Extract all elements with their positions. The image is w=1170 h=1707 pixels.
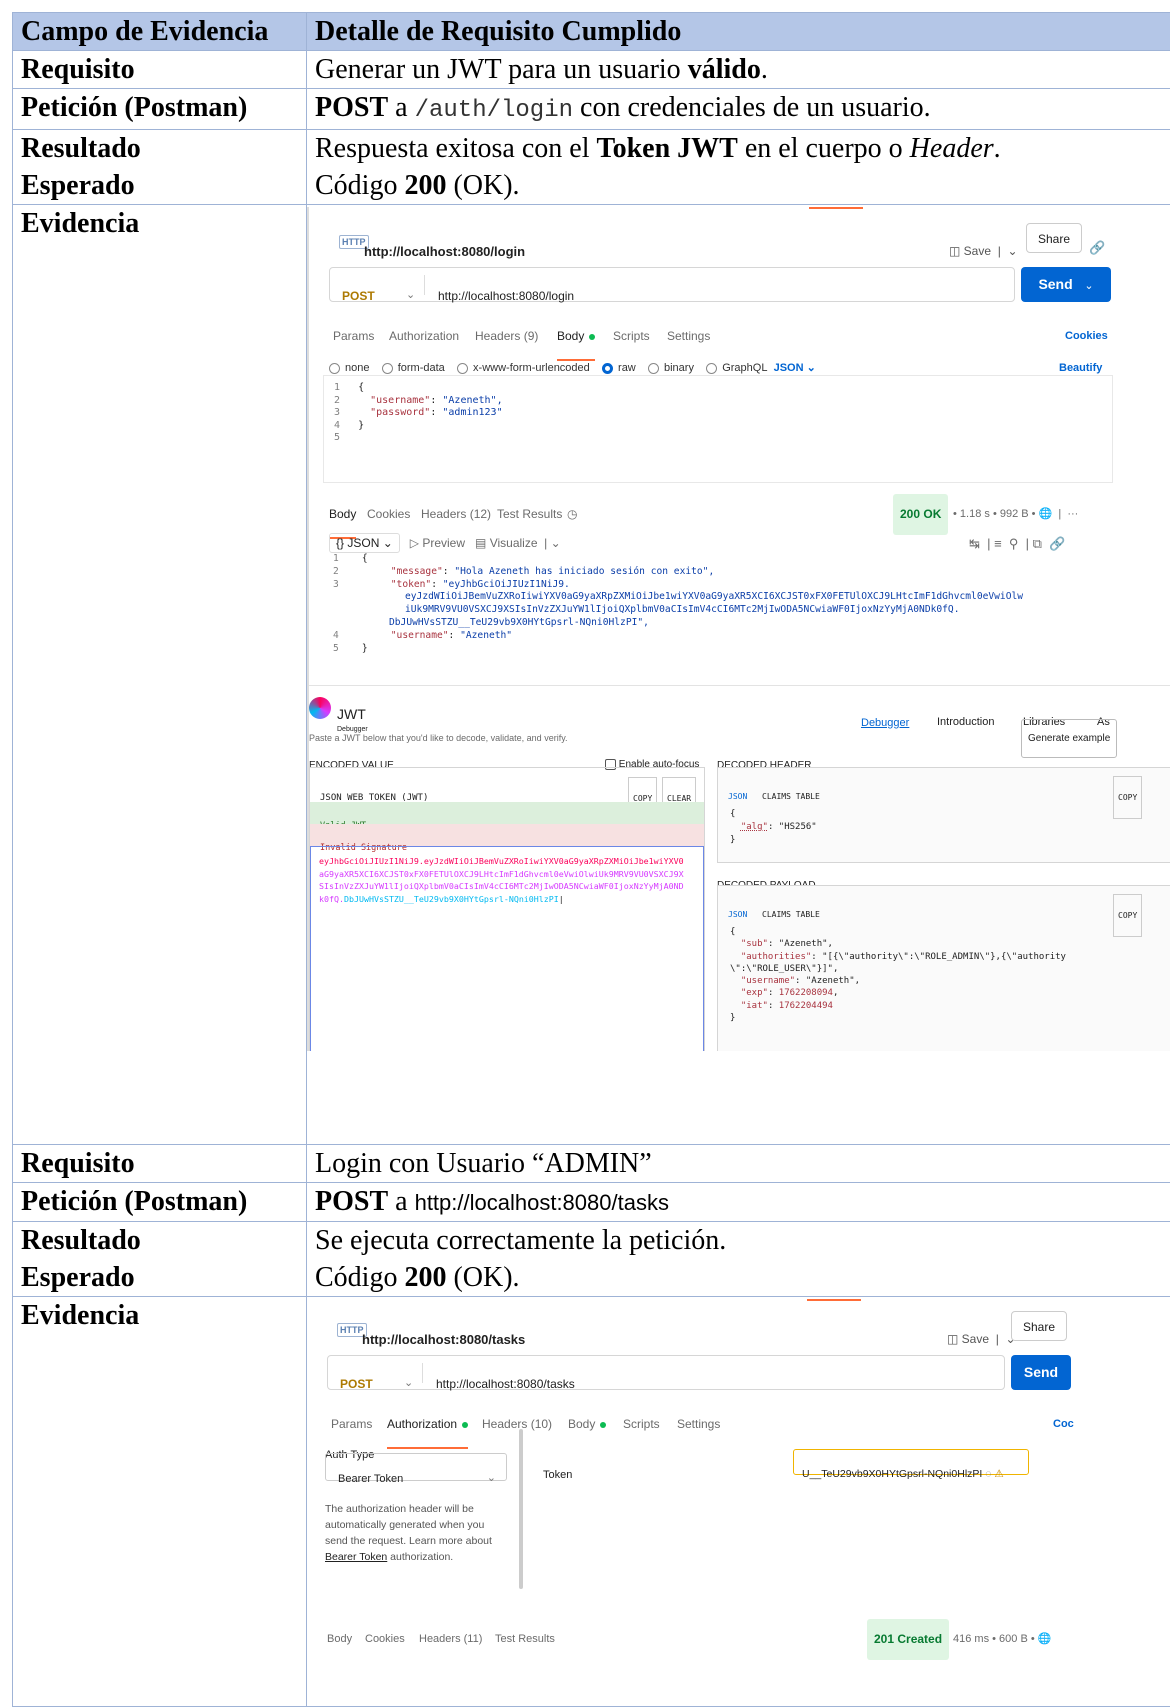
request-tabs: Params Authorization Headers (9) Body Sc… [333, 318, 1123, 338]
response-time-2: 416 ms • 600 B • 🌐 [953, 1621, 1051, 1658]
invalid-signature-banner: Invalid Signature [310, 824, 704, 846]
tab2-body[interactable]: Body [568, 1406, 606, 1443]
pet-label-1: Petición (Postman) [13, 89, 307, 130]
url-input[interactable]: http://localhost:8080/login [438, 278, 574, 315]
req-text-1: Generar un JWT para un usuario válido. [307, 51, 1170, 89]
radio-binary[interactable]: binary [648, 362, 694, 374]
generate-example-button[interactable]: Generate example [1021, 719, 1117, 758]
postman-screenshot-login: HTTP http://localhost:8080/login ◫ Save … [307, 207, 1170, 709]
share-button-2[interactable]: Share [1011, 1311, 1067, 1341]
status-badge-2: 201 Created [867, 1619, 949, 1660]
send-button[interactable]: Send ⌄ [1021, 267, 1111, 302]
method-select-2[interactable]: POST [340, 1366, 373, 1403]
resp2-tab-headers[interactable]: Headers (11) [419, 1621, 482, 1658]
visualize-button[interactable]: ▤ Visualize | ⌄ [475, 536, 561, 550]
res-label-2: ResultadoEsperado [13, 1222, 307, 1297]
send-button-2[interactable]: Send [1011, 1355, 1071, 1390]
auth-help-text: The authorization header will be automat… [325, 1501, 515, 1565]
evidence-cell-1: HTTP http://localhost:8080/login ◫ Save … [307, 205, 1170, 1145]
req-label-1: Requisito [13, 51, 307, 89]
save-button-2[interactable]: ◫ Save | ⌄ [947, 1321, 1016, 1358]
req-label-2: Requisito [13, 1145, 307, 1183]
request-tabs-2: Params Authorization Headers (10) Body S… [331, 1406, 1071, 1426]
header-copy-button[interactable]: COPY [1113, 776, 1142, 819]
token-input[interactable]: U__TeU29vb9X0HYtGpsrl-NQni0HlzPI ◌ ⚠ [793, 1449, 1029, 1475]
method-select[interactable]: POST [342, 278, 375, 315]
resp2-tab-tests[interactable]: Test Results [495, 1621, 555, 1658]
url-input-2[interactable]: http://localhost:8080/tasks [436, 1366, 575, 1403]
tab2-settings[interactable]: Settings [677, 1406, 720, 1443]
decoded-payload-panel: JSON CLAIMS TABLE COPY { "sub": "Azeneth… [717, 885, 1170, 1051]
status-badge: 200 OK [893, 494, 948, 535]
pet-text-2: POST a http://localhost:8080/tasks [307, 1183, 1170, 1222]
eye-icon[interactable]: ◌ [985, 1468, 991, 1480]
valid-jwt-banner: Valid JWT [310, 802, 704, 824]
nav-debugger[interactable]: Debugger [861, 705, 909, 742]
history-icon[interactable]: ◷ [567, 496, 577, 533]
header-col2: Detalle de Requisito Cumplido [307, 13, 1170, 51]
save-button[interactable]: ◫ Save | ⌄ [949, 233, 1018, 270]
token-label: Token [543, 1457, 572, 1494]
decoded-header-json: { "alg": "HS256" } [730, 808, 817, 847]
evidence-cell-2: HTTP http://localhost:8080/tasks ◫ Save … [307, 1297, 1170, 1707]
auth-type-select[interactable]: Bearer Token⌄ [325, 1453, 507, 1481]
request-title-2: http://localhost:8080/tasks [362, 1321, 525, 1358]
decoded-payload-json: { "sub": "Azeneth", "authorities": "[{\"… [730, 926, 1066, 1024]
bearer-token-link[interactable]: Bearer Token [325, 1551, 387, 1563]
ev-label-2: Evidencia [13, 1297, 307, 1707]
radio-raw[interactable]: raw [602, 362, 636, 374]
url-bar-2[interactable]: POST ⌄ http://localhost:8080/tasks [327, 1355, 1005, 1390]
tab2-headers[interactable]: Headers (10) [482, 1406, 552, 1443]
req-text-2: Login con Usuario “ADMIN” [307, 1145, 1170, 1183]
method-chevron-icon-2[interactable]: ⌄ [404, 1365, 413, 1402]
radio-none[interactable]: none [329, 362, 369, 374]
encoded-panel: JSON WEB TOKEN (JWT) COPY CLEAR Valid JW… [309, 767, 705, 1051]
pet-text-1: POST a /auth/login con credenciales de u… [307, 89, 1170, 130]
jwt-logo-icon [309, 697, 331, 719]
json-format-select[interactable]: JSON ⌄ [774, 362, 816, 374]
payload-copy-button[interactable]: COPY [1113, 894, 1142, 937]
preview-button[interactable]: ▷ Preview [410, 536, 465, 550]
evidence-table: Campo de Evidencia Detalle de Requisito … [12, 12, 1170, 1707]
pet-label-2: Petición (Postman) [13, 1183, 307, 1222]
decoded-header-panel: JSON CLAIMS TABLE COPY { "alg": "HS256" … [717, 767, 1170, 863]
radio-graphql[interactable]: GraphQL [706, 362, 767, 374]
request-body-editor[interactable]: 1 { 2 "username": "Azeneth", 3 "password… [323, 375, 1113, 483]
link-icon[interactable]: 🔗 [1089, 229, 1105, 266]
res-label-1: ResultadoEsperado [13, 130, 307, 205]
request-title: http://localhost:8080/login [364, 233, 525, 270]
resp2-tab-cookies[interactable]: Cookies [365, 1621, 405, 1658]
cookies-link-2[interactable]: Coc [1053, 1406, 1074, 1443]
jwt-debugger-screenshot: JWT Debugger Debugger Introduction Libra… [307, 695, 1170, 1051]
response-body: 1 { 2 "message": "Hola Azeneth has inici… [333, 553, 1023, 655]
radio-form-data[interactable]: form-data [382, 362, 445, 374]
res-text-1: Respuesta exitosa con el Token JWT en el… [307, 130, 1170, 205]
json-view-select[interactable]: {} JSON ⌄ [329, 533, 400, 553]
encoded-token-input[interactable]: eyJhbGciOiJIUzI1NiJ9.eyJzdWIiOiJBemVuZXR… [310, 846, 704, 1051]
lock-warning-icon[interactable]: ⚠ [994, 1468, 1003, 1480]
radio-urlencoded[interactable]: x-www-form-urlencoded [457, 362, 590, 374]
ev-label-1: Evidencia [13, 205, 307, 1145]
res-text-2: Se ejecuta correctamente la petición. Có… [307, 1222, 1170, 1297]
tab2-scripts[interactable]: Scripts [623, 1406, 660, 1443]
share-button[interactable]: Share [1026, 223, 1082, 253]
resp2-tab-body[interactable]: Body [327, 1621, 352, 1658]
postman-screenshot-tasks: HTTP http://localhost:8080/tasks ◫ Save … [307, 1299, 1087, 1704]
url-bar[interactable]: POST ⌄ http://localhost:8080/login [329, 267, 1015, 302]
header-col1: Campo de Evidencia [13, 13, 307, 51]
nav-introduction[interactable]: Introduction [937, 704, 994, 741]
tab2-authorization[interactable]: Authorization [387, 1406, 468, 1449]
method-chevron-icon[interactable]: ⌄ [406, 277, 415, 314]
